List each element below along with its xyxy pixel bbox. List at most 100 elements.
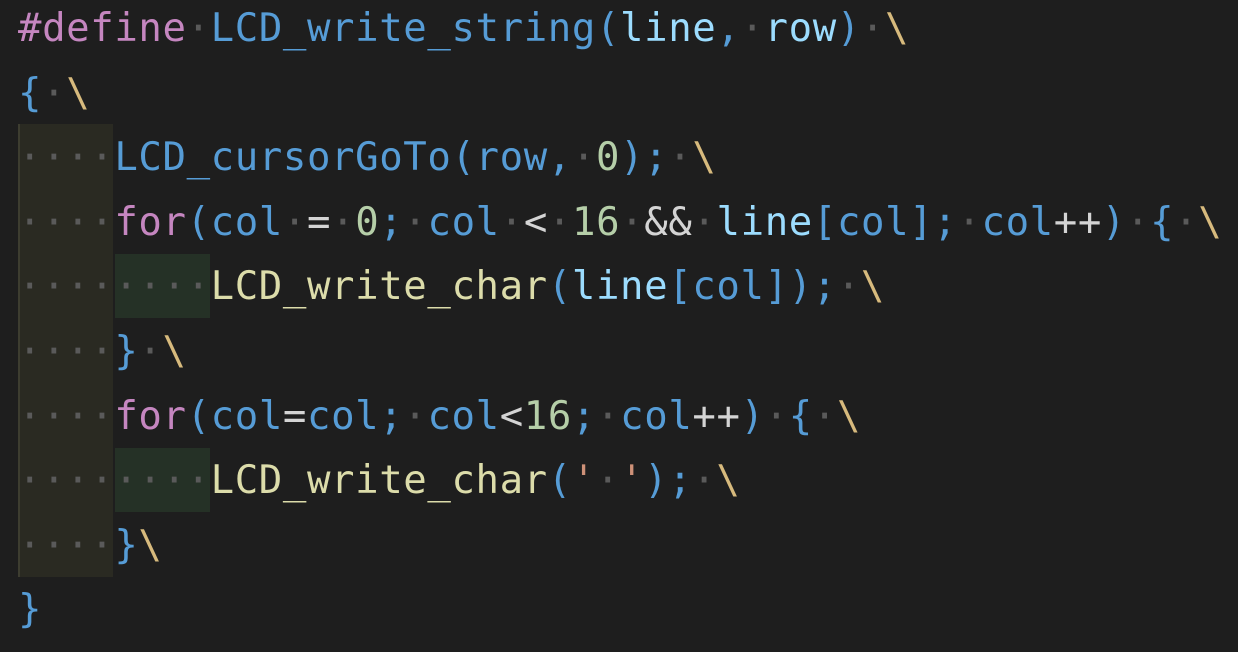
code-token: ): [1101, 199, 1126, 245]
code-token: col: [981, 199, 1054, 245]
whitespace-marker: ·: [1126, 199, 1151, 245]
code-token: col: [210, 393, 283, 439]
whitespace-marker: ·: [957, 199, 982, 245]
whitespace-marker: ·: [42, 70, 67, 116]
whitespace-marker: ·: [764, 393, 789, 439]
code-line[interactable]: ····}·\: [18, 320, 187, 384]
whitespace-marker: ····: [18, 522, 115, 568]
code-token: (: [451, 135, 476, 181]
code-token: \: [716, 458, 741, 504]
code-token: ]);: [764, 264, 837, 310]
code-token: =: [282, 393, 308, 439]
code-token: 0: [595, 135, 621, 181]
whitespace-marker: ·: [595, 458, 621, 504]
whitespace-marker: ····: [18, 393, 115, 439]
code-token: col: [427, 199, 500, 245]
code-token: 16: [572, 199, 621, 245]
code-token: ++: [1053, 199, 1102, 245]
code-token: LCD_write_string: [210, 6, 596, 51]
code-token: }: [18, 587, 43, 633]
code-token: col: [692, 264, 765, 310]
code-line[interactable]: ····}\: [18, 514, 163, 578]
code-token: [: [668, 264, 693, 310]
code-token: line: [620, 6, 717, 51]
code-line[interactable]: }: [18, 578, 42, 642]
code-line[interactable]: ········LCD_write_char('·');·\: [18, 449, 741, 513]
code-token: ;: [379, 199, 404, 245]
code-token: \: [860, 264, 885, 310]
code-token: ,: [547, 135, 572, 181]
code-token: line: [716, 199, 813, 245]
code-token: <: [523, 199, 548, 245]
code-token: &&: [644, 199, 693, 245]
code-token: ': [620, 458, 645, 504]
code-token: ];: [909, 199, 958, 245]
code-token: {: [18, 70, 43, 116]
code-token: 16: [523, 393, 572, 439]
whitespace-marker: ·: [282, 199, 308, 245]
code-token: \: [884, 6, 910, 51]
code-token: #define: [18, 6, 187, 51]
code-token: );: [644, 458, 693, 504]
whitespace-marker: ·: [547, 199, 573, 245]
code-line[interactable]: ····for(col·=·0;·col·<·16·&&·line[col];·…: [18, 191, 1222, 255]
whitespace-marker: ·: [1174, 199, 1199, 245]
code-token: for: [114, 199, 187, 245]
code-token: \: [836, 393, 862, 439]
code-token: ': [571, 458, 596, 504]
code-token: }: [114, 522, 139, 568]
code-token: row: [764, 6, 837, 51]
code-token: (: [186, 393, 211, 439]
code-token: (: [595, 6, 621, 51]
code-line[interactable]: #define·LCD_write_string(line,·row)·\: [18, 0, 909, 61]
code-token: ,: [716, 6, 741, 51]
whitespace-marker: ·: [331, 199, 356, 245]
whitespace-marker: ········: [18, 264, 211, 310]
code-token: row: [475, 135, 548, 181]
code-token: for: [114, 393, 187, 439]
whitespace-marker: ·: [620, 199, 645, 245]
code-token: col: [620, 393, 693, 439]
code-token: (: [547, 264, 572, 310]
code-line[interactable]: ····LCD_cursorGoTo(row,·0);·\: [18, 126, 716, 190]
whitespace-marker: ········: [18, 458, 211, 504]
code-token: (: [547, 458, 572, 504]
whitespace-marker: ·: [138, 329, 163, 374]
code-line[interactable]: ········LCD_write_char(line[col]);·\: [18, 255, 885, 319]
code-token: col: [836, 199, 910, 245]
code-token: }: [114, 329, 139, 374]
code-token: LCD_write_char: [210, 264, 548, 310]
code-line[interactable]: ····for(col=col;·col<16;·col++)·{·\: [18, 385, 861, 449]
whitespace-marker: ·: [692, 199, 717, 245]
whitespace-marker: ·: [668, 135, 693, 181]
code-token: ): [836, 6, 861, 51]
code-token: ;: [379, 393, 404, 439]
whitespace-marker: ·: [596, 393, 621, 439]
code-token: {: [788, 393, 813, 439]
code-token: {: [1150, 199, 1175, 245]
code-editor[interactable]: #define·LCD_write_string(line,·row)·\ {·\…: [0, 0, 1238, 652]
code-token: col: [307, 393, 380, 439]
code-token: ++: [692, 393, 741, 439]
code-token: line: [571, 264, 669, 310]
whitespace-marker: ·: [499, 199, 524, 245]
whitespace-marker: ····: [18, 329, 115, 374]
code-token: LCD_write_char: [210, 458, 548, 504]
whitespace-marker: ·: [403, 199, 428, 245]
code-token: [: [812, 199, 837, 245]
code-token: \: [692, 135, 717, 181]
whitespace-marker: ·: [571, 135, 596, 181]
code-token: col: [427, 393, 500, 439]
code-token: ;: [571, 393, 597, 439]
code-token: col: [210, 199, 283, 245]
whitespace-marker: ·: [692, 458, 717, 504]
whitespace-marker: ·: [740, 6, 765, 51]
whitespace-marker: ·: [812, 393, 837, 439]
code-token: (: [186, 199, 211, 245]
whitespace-marker: ····: [18, 199, 115, 245]
code-token: \: [162, 329, 187, 374]
whitespace-marker: ····: [18, 135, 115, 181]
whitespace-marker: ·: [836, 264, 861, 310]
code-token: =: [307, 199, 332, 245]
code-line[interactable]: {·\: [18, 62, 90, 126]
